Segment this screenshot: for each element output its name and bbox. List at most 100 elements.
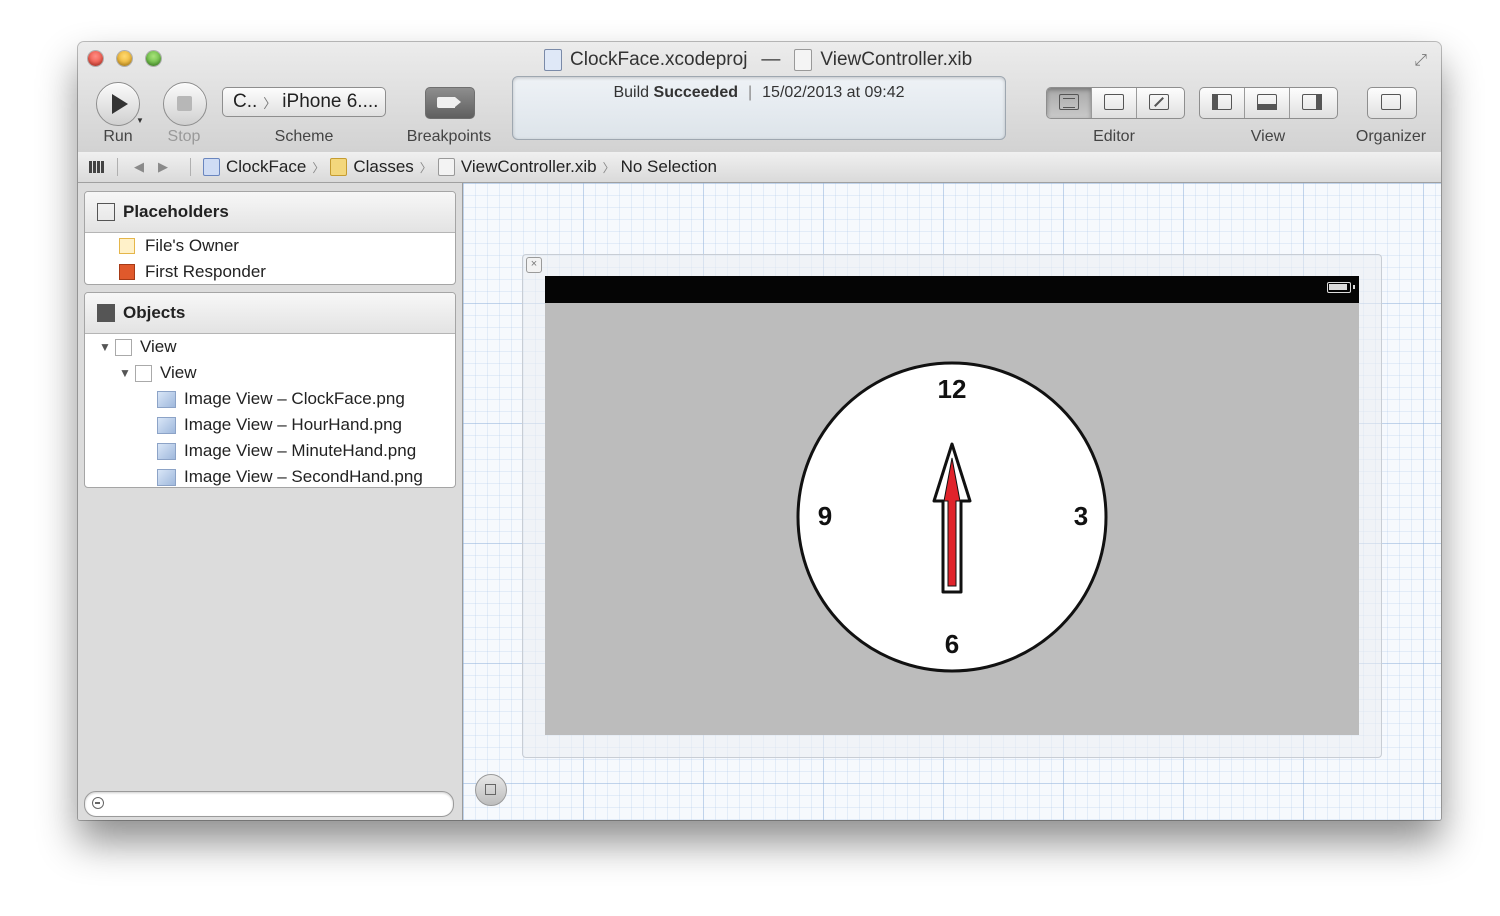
clock-numeral-6: 6	[945, 629, 959, 659]
related-items-icon[interactable]	[89, 161, 105, 173]
run-button[interactable]	[96, 82, 140, 126]
build-status-prefix: Build	[613, 84, 650, 101]
fullscreen-icon[interactable]: ⤢	[1414, 52, 1427, 70]
scheme-target: C..	[233, 91, 258, 112]
debug-area-fill	[1257, 104, 1277, 110]
outline-item-view[interactable]: ▼ View	[85, 334, 455, 360]
jump-bar: ◀ ▶ ClockFace 〉 Classes 〉 ViewController…	[78, 152, 1441, 183]
outline-item-first-responder[interactable]: First Responder	[85, 259, 455, 284]
assistant-editor-button[interactable]	[1092, 88, 1137, 118]
title-separator: —	[761, 49, 781, 70]
clock-face: 12 3 6 9	[796, 361, 1108, 673]
first-responder-icon	[119, 264, 135, 280]
outline-filter-field[interactable]	[84, 791, 454, 817]
navigator-pane-fill	[1212, 94, 1218, 110]
stop-button[interactable]	[163, 82, 207, 126]
standard-editor-lines	[1063, 98, 1075, 108]
document-outline: Placeholders File's Owner First Responde…	[78, 183, 463, 820]
breadcrumb-project-label: ClockFace	[226, 157, 307, 176]
outline-item-image-view[interactable]: Image View – HourHand.png	[85, 412, 455, 438]
xib-file-icon	[437, 158, 455, 176]
build-timestamp: 15/02/2013 at 09:42	[762, 84, 905, 101]
outline-item-label: File's Owner	[145, 236, 239, 255]
outline-toggle-icon	[485, 784, 496, 795]
outline-item-subview[interactable]: ▼ View	[85, 360, 455, 386]
scheme-label: Scheme	[274, 128, 334, 145]
filter-icon	[92, 797, 104, 809]
run-label: Run	[103, 128, 133, 145]
outline-item-label: Image View – SecondHand.png	[184, 467, 423, 486]
close-icon[interactable]: ×	[526, 257, 542, 273]
breadcrumb-selection[interactable]: No Selection	[621, 157, 717, 177]
disclosure-triangle-icon[interactable]: ▼	[95, 340, 115, 354]
scheme-selector[interactable]: C.. 〉 iPhone 6....	[222, 87, 386, 117]
breadcrumb-file-label: ViewController.xib	[460, 157, 597, 176]
toggle-debug-area-button[interactable]	[1245, 88, 1290, 118]
image-view-icon	[157, 468, 176, 486]
image-view-icon	[157, 416, 176, 434]
breakpoints-label: Breakpoints	[406, 128, 492, 145]
disclosure-triangle-icon[interactable]: ▼	[115, 366, 135, 380]
assistant-editor-icon	[1104, 94, 1124, 110]
build-status-state: Succeeded	[653, 84, 738, 101]
clock-numeral-3: 3	[1074, 501, 1088, 531]
utilities-pane-fill	[1316, 94, 1322, 110]
outline-item-label: First Responder	[145, 262, 266, 281]
toggle-navigator-button[interactable]	[1200, 88, 1245, 118]
editor-segmented-control	[1046, 87, 1185, 119]
outline-item-image-view[interactable]: Image View – MinuteHand.png	[85, 438, 455, 464]
jump-bar-divider	[190, 158, 191, 176]
breakpoints-button[interactable]	[425, 87, 475, 119]
breakpoint-arrow-icon	[437, 97, 461, 108]
project-icon	[203, 158, 220, 176]
placeholders-header[interactable]: Placeholders	[85, 192, 455, 233]
clock-numeral-9: 9	[818, 501, 832, 531]
interface-builder-canvas[interactable]: × 12 3 6 9	[463, 183, 1441, 820]
objects-title: Objects	[123, 303, 186, 322]
version-editor-button[interactable]	[1137, 88, 1182, 118]
outline-item-label: Image View – MinuteHand.png	[184, 441, 417, 460]
view-segmented-control	[1199, 87, 1338, 119]
organizer-button[interactable]	[1367, 87, 1417, 119]
image-view-icon	[157, 390, 176, 408]
minimize-window-button[interactable]	[117, 51, 132, 66]
run-menu-caret-icon[interactable]: ▼	[136, 116, 144, 125]
view-icon	[115, 338, 132, 356]
files-owner-icon	[119, 238, 135, 254]
outline-item-label: Image View – HourHand.png	[184, 415, 402, 434]
breadcrumb-file[interactable]: ViewController.xib	[437, 157, 597, 177]
project-file-icon	[544, 49, 562, 71]
outline-item-image-view[interactable]: Image View – ClockFace.png	[85, 386, 455, 412]
title-file: ViewController.xib	[820, 49, 973, 70]
clock-numeral-12: 12	[938, 374, 967, 404]
play-icon	[112, 94, 128, 114]
title-project: ClockFace.xcodeproj	[570, 49, 748, 70]
outline-item-image-view[interactable]: Image View – SecondHand.png	[85, 464, 455, 487]
show-document-outline-button[interactable]	[475, 774, 507, 806]
cube-outline-icon	[97, 203, 115, 221]
placeholders-section: Placeholders File's Owner First Responde…	[84, 191, 456, 285]
ios-view[interactable]: 12 3 6 9	[545, 276, 1359, 735]
zoom-window-button[interactable]	[146, 51, 161, 66]
objects-header[interactable]: Objects	[85, 293, 455, 334]
close-window-button[interactable]	[88, 51, 103, 66]
window-title: ClockFace.xcodeproj — ViewController.xib	[544, 48, 972, 72]
build-status: Build Succeeded | 15/02/2013 at 09:42	[613, 84, 905, 101]
placeholders-title: Placeholders	[123, 202, 229, 221]
outline-item-label: View	[160, 363, 197, 382]
breadcrumb-selection-label: No Selection	[620, 157, 717, 176]
view-icon	[135, 364, 152, 382]
outline-item-label: View	[140, 337, 177, 356]
breadcrumb-chevron-icon: 〉	[312, 160, 325, 175]
standard-editor-button[interactable]	[1047, 88, 1092, 118]
back-arrow-icon[interactable]: ◀	[134, 159, 144, 175]
breadcrumb-group[interactable]: Classes	[330, 157, 414, 177]
toggle-utilities-button[interactable]	[1290, 88, 1335, 118]
outline-item-files-owner[interactable]: File's Owner	[85, 233, 455, 259]
breadcrumb-project[interactable]: ClockFace	[203, 157, 306, 177]
battery-icon	[1327, 282, 1355, 293]
stop-icon	[177, 96, 192, 111]
forward-arrow-icon[interactable]: ▶	[158, 159, 168, 175]
editor-label: Editor	[1093, 128, 1135, 145]
image-view-icon	[157, 442, 176, 460]
